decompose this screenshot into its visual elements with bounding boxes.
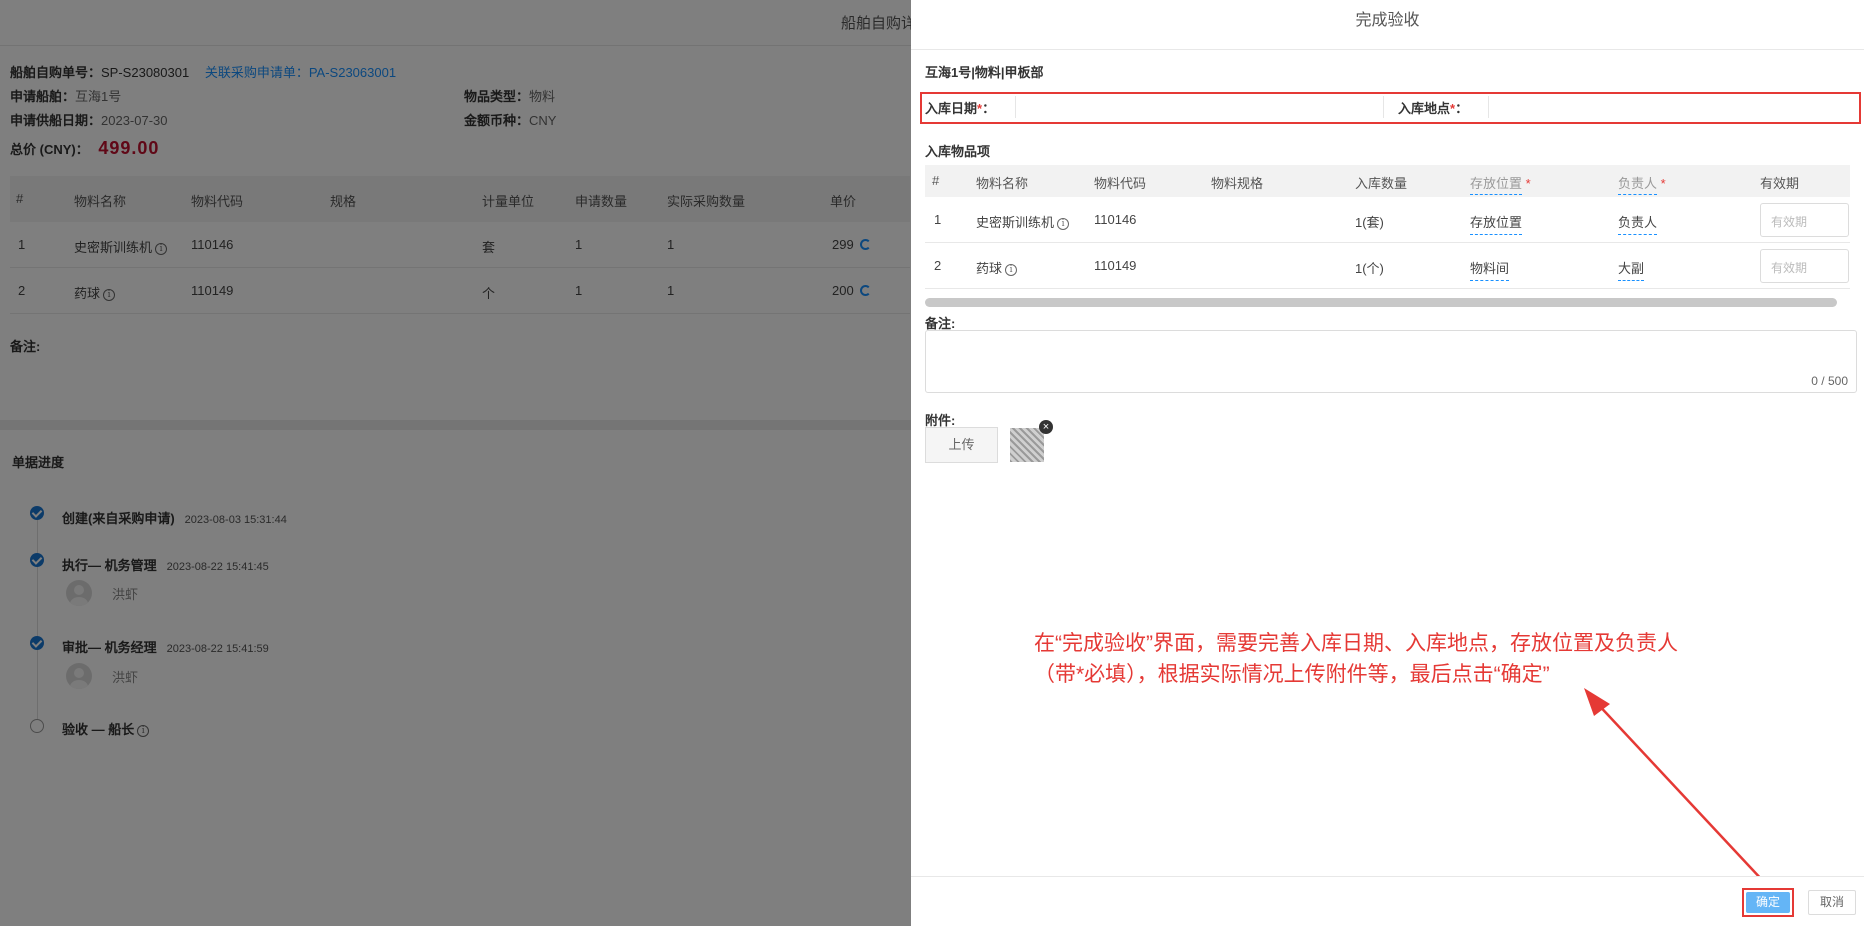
inbound-place-input[interactable] — [1488, 96, 1856, 118]
cell-code: 110146 — [1094, 212, 1137, 227]
col-header: 入库数量 — [1355, 176, 1408, 191]
table-row: 2 药球 i 110149 1(个) 物料间 大副 有效期 — [925, 243, 1850, 289]
attachment-thumbnail[interactable] — [1010, 428, 1044, 462]
field-divider — [1383, 96, 1384, 118]
cancel-button[interactable]: 取消 — [1808, 890, 1856, 915]
cell-qty: 1(个) — [1355, 261, 1384, 276]
annotation-arrow-icon — [1584, 688, 1765, 883]
remove-attachment-icon[interactable]: × — [1039, 420, 1053, 434]
location-select[interactable]: 物料间 — [1470, 258, 1510, 281]
expiry-date-input[interactable]: 有效期 — [1760, 249, 1849, 283]
place-field-label: 入库地点*： — [1398, 101, 1469, 116]
cell-no: 1 — [934, 212, 942, 227]
col-header: 存放位置 * — [1470, 173, 1531, 195]
cell-no: 2 — [934, 258, 942, 273]
cell-name: 药球i — [976, 258, 1018, 277]
modal-mask[interactable] — [0, 0, 911, 926]
table-row: 1 史密斯训练机 i 110146 1(套) 存放位置 负责人 有效期 — [925, 197, 1850, 243]
col-header: 负责人 * — [1618, 173, 1666, 195]
horizontal-scrollbar[interactable] — [925, 298, 1837, 307]
col-header: 物料代码 — [1094, 176, 1147, 191]
cell-qty: 1(套) — [1355, 215, 1384, 230]
date-field-label: 入库日期*： — [925, 101, 996, 116]
col-header: 物料规格 — [1211, 176, 1264, 191]
remark-textarea[interactable]: 0 / 500 — [925, 330, 1857, 393]
confirm-button[interactable]: 确定 — [1746, 892, 1790, 913]
info-icon[interactable]: i — [1057, 218, 1070, 230]
col-header: 有效期 — [1760, 176, 1800, 191]
owner-select[interactable]: 负责人 — [1618, 212, 1658, 235]
col-header: 物料名称 — [976, 176, 1029, 191]
info-icon[interactable]: i — [1005, 264, 1018, 276]
location-select[interactable]: 存放位置 — [1470, 212, 1523, 235]
drawer-subtitle: 互海1号|物料|甲板部 — [925, 65, 1044, 80]
items-title: 入库物品项 — [925, 144, 991, 159]
drawer-title: 完成验收 — [911, 0, 1864, 50]
inbound-items-table: # 物料名称 物料代码 物料规格 入库数量 存放位置 * 负责人 * 有效期 1… — [925, 165, 1850, 289]
col-header: # — [932, 173, 940, 188]
cell-code: 110149 — [1094, 258, 1137, 273]
owner-select[interactable]: 大副 — [1618, 258, 1645, 281]
annotation-line: 在“完成验收”界面，需要完善入库日期、入库地点，存放位置及负责人 — [1034, 632, 1678, 655]
char-counter: 0 / 500 — [1811, 374, 1848, 388]
upload-button[interactable]: 上传 — [925, 427, 998, 463]
table-header: # 物料名称 物料代码 物料规格 入库数量 存放位置 * 负责人 * 有效期 — [925, 165, 1850, 197]
expiry-date-input[interactable]: 有效期 — [1760, 203, 1849, 237]
inbound-date-input[interactable] — [1015, 96, 1385, 118]
drawer-footer — [911, 876, 1864, 926]
cell-name: 史密斯训练机i — [976, 212, 1070, 231]
